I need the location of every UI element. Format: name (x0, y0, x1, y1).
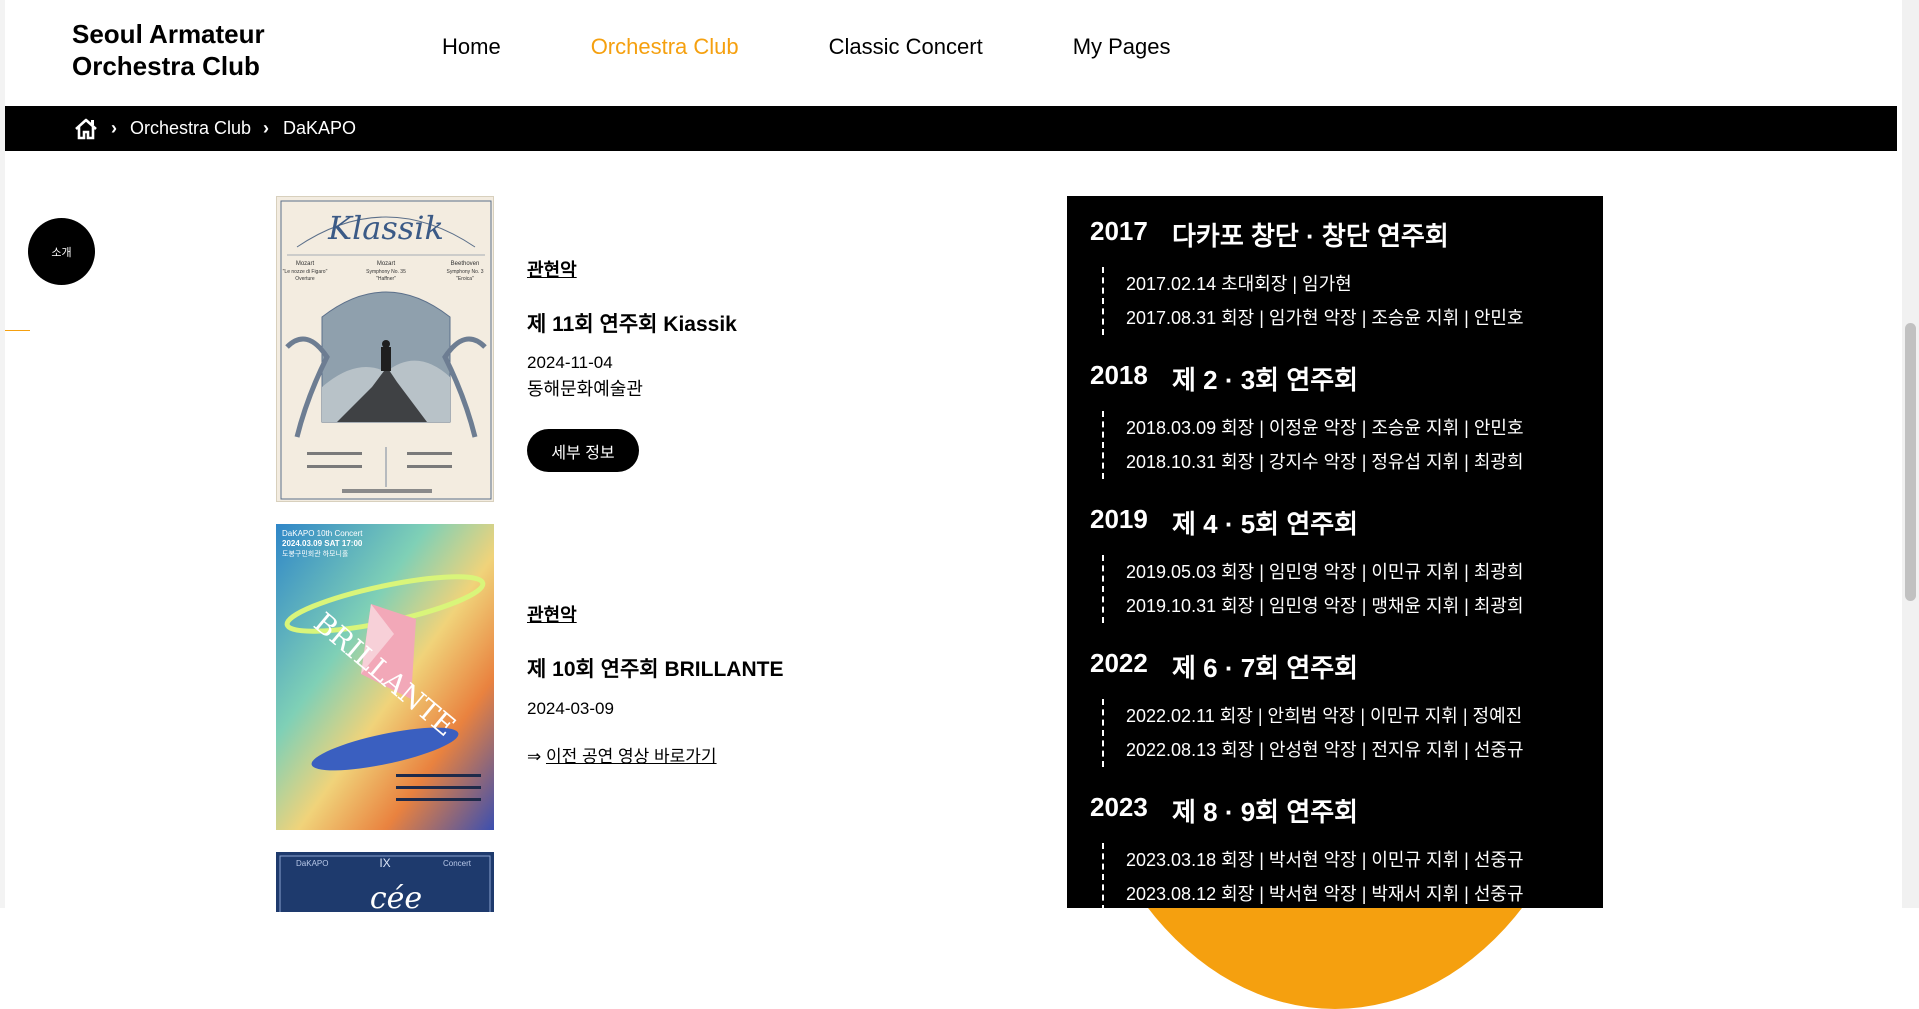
svg-text:Concert: Concert (443, 859, 472, 868)
history-entry: 2022.08.13 회장 | 안성현 악장 | 전지유 지휘 | 선중규 (1126, 740, 1524, 760)
concert-title: 제 11회 연주회 Kiassik (527, 313, 737, 336)
klassik-poster-art: Klassik Mozart "Le nozze di Figaro" Over… (280, 200, 492, 500)
detail-button[interactable]: 세부 정보 (527, 429, 639, 472)
svg-text:"Eroica": "Eroica" (456, 276, 474, 282)
site-title-line1: Seoul Armateur (72, 19, 265, 49)
svg-text:Mozart: Mozart (296, 261, 315, 267)
concert-date: 2024-03-09 (527, 699, 614, 718)
brillante-poster-art: DaKAPO 10th Concert 2024.03.09 SAT 17:00… (276, 524, 494, 830)
breadcrumb-orchestra-club[interactable]: Orchestra Club (130, 106, 251, 151)
previous-video-link[interactable]: ⇒ 이전 공연 영상 바로가기 (527, 742, 717, 767)
history-year-block: 2023 제 8 · 9회 연주회 2023.03.18 회장 | 박서현 악장 … (1090, 792, 1524, 908)
history-entry: 2017.02.14 초대회장 | 임가현 (1126, 274, 1352, 294)
nav-home[interactable]: Home (442, 34, 501, 60)
history-title: 제 8 · 9회 연주회 (1172, 797, 1359, 827)
concert-title: 제 10회 연주회 BRILLANTE (527, 658, 784, 681)
concert-venue: 동해문화예술관 (527, 379, 643, 399)
history-title: 다카포 창단 · 창단 연주회 (1172, 221, 1449, 251)
breadcrumb-dakapo[interactable]: DaKAPO (283, 106, 356, 151)
history-year-block: 2017 다카포 창단 · 창단 연주회 2017.02.14 초대회장 | 임가… (1090, 216, 1524, 335)
history-entry: 2019.10.31 회장 | 임민영 악장 | 맹채윤 지휘 | 최광희 (1126, 596, 1524, 616)
history-year: 2022 (1090, 648, 1148, 678)
site-title-line2: Orchestra Club (72, 51, 260, 81)
concert-category[interactable]: 관현악 (527, 601, 577, 627)
scrollbar-thumb[interactable] (1905, 323, 1916, 601)
history-entry: 2018.10.31 회장 | 강지수 악장 | 정유섭 지휘 | 최광희 (1126, 452, 1524, 472)
history-panel: 2017 다카포 창단 · 창단 연주회 2017.02.14 초대회장 | 임가… (1067, 196, 1603, 908)
svg-text:2024.03.09 SAT 17:00: 2024.03.09 SAT 17:00 (282, 539, 363, 548)
nav-my-pages[interactable]: My Pages (1073, 34, 1171, 60)
history-entry: 2017.08.31 회장 | 임가현 악장 | 조승윤 지휘 | 안민호 (1126, 308, 1524, 328)
svg-text:도봉구민회관 하모니홀: 도봉구민회관 하모니홀 (282, 549, 349, 558)
breadcrumb-sep-1: › (111, 118, 117, 138)
history-entry: 2022.02.11 회장 | 안희범 악장 | 이민규 지휘 | 정예진 (1126, 706, 1523, 726)
history-title: 제 4 · 5회 연주회 (1172, 509, 1359, 539)
side-indicator-line (5, 330, 30, 331)
main-nav: Home Orchestra Club Classic Concert My P… (442, 34, 1261, 60)
svg-text:Mozart: Mozart (377, 261, 396, 267)
svg-text:DaKAPO: DaKAPO (296, 859, 328, 868)
side-nav-intro[interactable]: 소개 (28, 218, 95, 285)
breadcrumb-sep-2: › (263, 118, 269, 138)
history-year: 2018 (1090, 360, 1148, 390)
concert-poster-ix[interactable]: DaKAPO IX Concert cée (276, 852, 494, 912)
svg-text:Overture: Overture (295, 276, 315, 282)
svg-text:"Le nozze di Figaro": "Le nozze di Figaro" (283, 269, 328, 275)
svg-text:Symphony No. 35: Symphony No. 35 (366, 269, 406, 275)
history-entry: 2023.08.12 회장 | 박서현 악장 | 박재서 지휘 | 선중규 (1126, 884, 1524, 904)
home-icon (75, 118, 97, 139)
concert-poster-brillante[interactable]: DaKAPO 10th Concert 2024.03.09 SAT 17:00… (276, 524, 494, 830)
history-title: 제 6 · 7회 연주회 (1172, 653, 1359, 683)
history-entry: 2018.03.09 회장 | 이정윤 악장 | 조승윤 지휘 | 안민호 (1126, 418, 1524, 438)
nav-classic-concert[interactable]: Classic Concert (829, 34, 983, 60)
history-year-block: 2019 제 4 · 5회 연주회 2019.05.03 회장 | 임민영 악장 … (1090, 504, 1524, 623)
concert-date: 2024-11-04 (527, 353, 613, 372)
previous-video-link-text[interactable]: 이전 공연 영상 바로가기 (546, 747, 717, 766)
svg-text:DaKAPO 10th Concert: DaKAPO 10th Concert (282, 529, 363, 538)
arrow-icon: ⇒ (527, 747, 542, 766)
svg-text:IX: IX (379, 856, 390, 870)
svg-text:Symphony No. 3: Symphony No. 3 (447, 269, 484, 275)
svg-text:"Haffner": "Haffner" (376, 276, 396, 282)
history-year: 2017 (1090, 216, 1148, 246)
history-year-block: 2018 제 2 · 3회 연주회 2018.03.09 회장 | 이정윤 악장 … (1090, 360, 1524, 479)
svg-text:Beethoven: Beethoven (451, 261, 480, 267)
breadcrumb-home[interactable] (73, 106, 99, 151)
nav-orchestra-club[interactable]: Orchestra Club (591, 34, 739, 60)
poster-title: Klassik (327, 209, 444, 247)
ix-poster-art: DaKAPO IX Concert cée (279, 855, 491, 912)
history-title: 제 2 · 3회 연주회 (1172, 365, 1359, 395)
history-year-block: 2022 제 6 · 7회 연주회 2022.02.11 회장 | 안희범 악장 … (1090, 648, 1524, 767)
history-year: 2023 (1090, 792, 1148, 822)
page-scrollbar[interactable] (1902, 0, 1919, 908)
history-entry: 2019.05.03 회장 | 임민영 악장 | 이민규 지휘 | 최광희 (1126, 562, 1524, 582)
breadcrumb: › Orchestra Club › DaKAPO (5, 106, 1897, 151)
history-year: 2019 (1090, 504, 1148, 534)
history-entry: 2023.03.18 회장 | 박서현 악장 | 이민규 지휘 | 선중규 (1126, 850, 1524, 870)
concert-poster-klassik[interactable]: Klassik Mozart "Le nozze di Figaro" Over… (276, 196, 494, 502)
svg-text:cée: cée (370, 881, 422, 912)
concert-category[interactable]: 관현악 (527, 256, 577, 282)
site-title[interactable]: Seoul Armateur Orchestra Club (72, 18, 265, 82)
